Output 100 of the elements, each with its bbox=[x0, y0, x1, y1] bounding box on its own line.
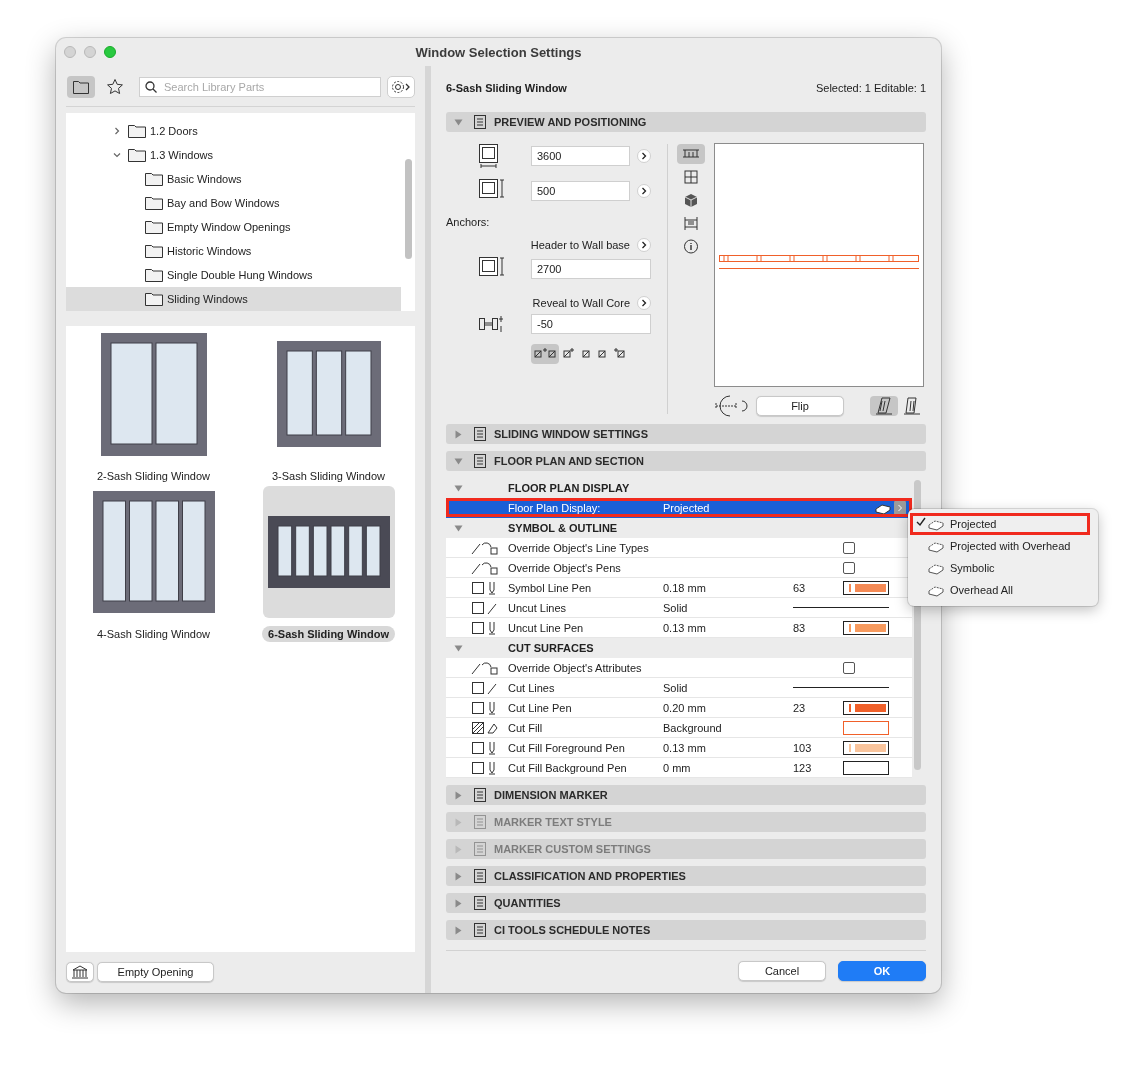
settings-row[interactable]: Floor Plan Display: Projected bbox=[446, 498, 912, 518]
wall-reveal-icon bbox=[478, 315, 504, 333]
checkbox[interactable] bbox=[843, 561, 855, 574]
hatch-fill-icon bbox=[470, 719, 500, 736]
settings-row[interactable]: Uncut Lines Solid bbox=[446, 598, 912, 618]
settings-row[interactable]: Uncut Line Pen 0.13 mm 83 bbox=[446, 618, 912, 638]
folder-icon bbox=[145, 172, 163, 186]
tree-item[interactable]: Basic Windows bbox=[66, 167, 401, 191]
gallery-item[interactable] bbox=[262, 486, 395, 618]
tree-item[interactable]: Bay and Bow Windows bbox=[66, 191, 401, 215]
checkbox[interactable] bbox=[843, 661, 855, 674]
pen-swatch[interactable] bbox=[843, 700, 889, 715]
building-icon bbox=[71, 965, 89, 979]
tree-item[interactable]: 1.3 Windows bbox=[66, 143, 401, 167]
chevron-right-icon bbox=[641, 299, 647, 307]
anchor-button[interactable] bbox=[531, 344, 559, 364]
arrow-button[interactable] bbox=[637, 184, 651, 198]
pen-swatch[interactable] bbox=[843, 760, 889, 775]
disclosure-triangle-icon[interactable] bbox=[453, 523, 463, 533]
floor-plan-mode-icon bbox=[928, 517, 944, 531]
fill-swatch[interactable] bbox=[843, 720, 889, 735]
section-icon bbox=[472, 841, 488, 857]
width-field[interactable]: 3600 bbox=[531, 146, 630, 166]
value-text: Projected bbox=[663, 501, 711, 514]
gallery-item-label: 3-Sash Sliding Window bbox=[270, 469, 387, 484]
section-header[interactable]: CLASSIFICATION AND PROPERTIES bbox=[446, 866, 926, 886]
tree-item[interactable]: Single Double Hung Windows bbox=[66, 263, 401, 287]
gear-icon bbox=[390, 79, 412, 95]
search-field[interactable]: Search Library Parts bbox=[139, 77, 381, 97]
folder-icon bbox=[73, 80, 89, 94]
pen-swatch[interactable] bbox=[843, 620, 889, 635]
section-header[interactable]: SLIDING WINDOW SETTINGS bbox=[446, 424, 926, 444]
tree-item[interactable]: Empty Window Openings bbox=[66, 215, 401, 239]
settings-row[interactable]: Cut Lines Solid bbox=[446, 678, 912, 698]
scrollbar-thumb[interactable] bbox=[405, 159, 412, 259]
plan-view-button[interactable] bbox=[677, 144, 705, 164]
pen-number: 63 bbox=[793, 581, 807, 594]
setting-label: Cut Fill bbox=[508, 721, 544, 734]
info-view-icon bbox=[681, 237, 701, 255]
section-icon bbox=[472, 868, 488, 884]
library-button[interactable] bbox=[66, 962, 94, 982]
flip-button[interactable]: Flip bbox=[756, 396, 844, 416]
section-icon bbox=[472, 426, 488, 442]
chevron-right-icon bbox=[641, 241, 647, 249]
pen-number: 103 bbox=[793, 741, 813, 754]
disclosure-triangle-icon[interactable] bbox=[453, 643, 463, 653]
disclosure-chevron-icon[interactable] bbox=[113, 127, 121, 135]
setting-label: Symbol Line Pen bbox=[508, 581, 593, 594]
setting-label: Cut Fill Background Pen bbox=[508, 761, 628, 774]
height-field[interactable]: 500 bbox=[531, 181, 630, 201]
folder-icon bbox=[145, 244, 163, 258]
header-field[interactable]: 2700 bbox=[531, 259, 651, 279]
settings-button[interactable] bbox=[387, 76, 415, 98]
setting-label: Uncut Lines bbox=[508, 601, 568, 614]
value-text: 0.20 mm bbox=[663, 701, 707, 714]
arrow-button[interactable] bbox=[637, 238, 651, 252]
section-view-icon bbox=[681, 214, 701, 232]
settings-row[interactable]: Override Object's Attributes bbox=[446, 658, 912, 678]
pen-swatch[interactable] bbox=[843, 740, 889, 755]
chevron-right-icon bbox=[641, 187, 647, 195]
checkbox[interactable] bbox=[843, 541, 855, 554]
section-header[interactable]: PREVIEW AND POSITIONING bbox=[446, 112, 926, 132]
section-header[interactable]: CI TOOLS SCHEDULE NOTES bbox=[446, 920, 926, 940]
settings-row[interactable]: Cut Fill Background bbox=[446, 718, 912, 738]
pen-swatch[interactable] bbox=[843, 580, 889, 595]
setting-label: Override Object's Line Types bbox=[508, 541, 650, 554]
selection-info: Selected: 1 Editable: 1 bbox=[815, 82, 926, 94]
settings-row[interactable]: Cut Fill Foreground Pen 0.13 mm 103 bbox=[446, 738, 912, 758]
disclosure-triangle-icon[interactable] bbox=[453, 483, 463, 493]
reveal-label: Reveal to Wall Core bbox=[532, 297, 630, 309]
reveal-field[interactable]: -50 bbox=[531, 314, 651, 334]
disclosure-chevron-icon[interactable] bbox=[113, 151, 121, 159]
arrow-button[interactable] bbox=[637, 296, 651, 310]
group-heading: FLOOR PLAN DISPLAY bbox=[508, 482, 630, 494]
settings-row[interactable]: Cut Fill Background Pen 0 mm 123 bbox=[446, 758, 912, 778]
star-icon bbox=[106, 78, 124, 96]
section-header[interactable]: FLOOR PLAN AND SECTION bbox=[446, 451, 926, 471]
tree-item[interactable]: Sliding Windows bbox=[66, 287, 401, 311]
group-heading: CUT SURFACES bbox=[508, 642, 594, 654]
arrow-button[interactable] bbox=[637, 149, 651, 163]
section-header[interactable]: DIMENSION MARKER bbox=[446, 785, 926, 805]
section-header[interactable]: QUANTITIES bbox=[446, 893, 926, 913]
folder-icon bbox=[145, 196, 163, 210]
section-icon bbox=[472, 453, 488, 469]
empty-opening-button[interactable]: Empty Opening bbox=[97, 962, 214, 982]
tree-item[interactable]: Historic Windows bbox=[66, 239, 401, 263]
tree-item[interactable]: 1.2 Doors bbox=[66, 119, 401, 143]
floor-plan-mode-icon bbox=[928, 583, 944, 597]
folder-view-button[interactable] bbox=[67, 76, 95, 98]
setting-label: Cut Line Pen bbox=[508, 701, 573, 714]
pen-override-icon bbox=[470, 559, 500, 576]
gallery-item-label: 6-Sash Sliding Window bbox=[262, 626, 395, 642]
header-label: Header to Wall base bbox=[530, 239, 630, 251]
door-leaf-icon bbox=[902, 397, 922, 415]
settings-row[interactable]: Cut Line Pen 0.20 mm 23 bbox=[446, 698, 912, 718]
pen-number: 123 bbox=[793, 761, 813, 774]
mirror-button[interactable] bbox=[870, 396, 898, 416]
value-text: 0.13 mm bbox=[663, 621, 707, 634]
ok-button[interactable]: OK bbox=[838, 961, 926, 981]
cancel-button[interactable]: Cancel bbox=[738, 961, 826, 981]
